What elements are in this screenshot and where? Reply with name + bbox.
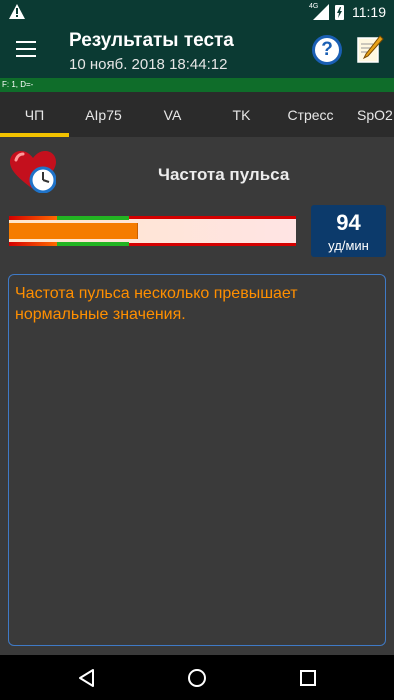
battery-icon	[335, 4, 344, 20]
menu-icon[interactable]	[16, 41, 36, 57]
normal-range-band	[57, 216, 129, 220]
pulse-gauge	[9, 216, 296, 246]
status-bar: 4G 11:19	[0, 0, 394, 24]
edit-notes-icon[interactable]	[356, 34, 384, 64]
back-icon[interactable]	[76, 667, 98, 689]
section-title: Частота пульса	[158, 165, 290, 184]
tab-spo2[interactable]: SpO2	[345, 92, 394, 137]
help-icon[interactable]: ?	[312, 35, 342, 65]
signal-icon: 4G	[309, 3, 329, 20]
home-icon[interactable]	[186, 667, 208, 689]
pulse-unit: уд/мин	[328, 238, 369, 253]
heart-clock-icon	[10, 151, 56, 193]
gauge-fill	[9, 223, 138, 239]
result-message-box: Частота пульса несколько превышает норма…	[8, 274, 386, 646]
tab-bar: ЧП AIp75 VA TK Стресс SpO2	[0, 92, 394, 137]
test-datetime: 10 нояб. 2018 18:44:12	[69, 56, 228, 73]
status-right: 4G 11:19	[309, 0, 386, 24]
system-nav-bar	[0, 655, 394, 700]
recents-icon[interactable]	[297, 667, 319, 689]
clock: 11:19	[352, 4, 386, 20]
info-bar: F: 1, D=-	[0, 78, 394, 92]
pulse-value-box: 94 уд/мин	[311, 205, 386, 257]
tab-tk[interactable]: TK	[207, 92, 276, 137]
app-bar: Результаты теста 10 нояб. 2018 18:44:12 …	[0, 24, 394, 78]
pulse-value: 94	[336, 210, 361, 235]
result-message: Частота пульса несколько превышает норма…	[15, 285, 298, 323]
tab-va[interactable]: VA	[138, 92, 207, 137]
warning-icon	[9, 4, 25, 19]
tab-aip75[interactable]: AIp75	[69, 92, 138, 137]
tab-stress[interactable]: Стресс	[276, 92, 345, 137]
page-title: Результаты теста	[69, 30, 234, 51]
content-area: Частота пульса 94 уд/мин Частота пульса …	[0, 137, 394, 655]
tab-hr[interactable]: ЧП	[0, 92, 69, 137]
